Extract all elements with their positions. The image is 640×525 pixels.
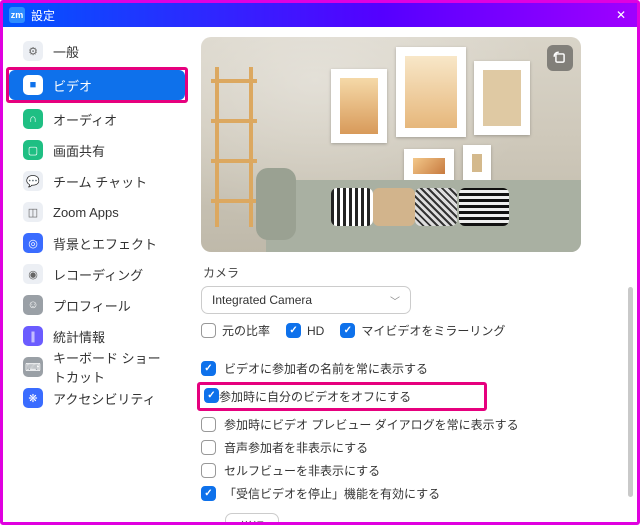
- sidebar-icon: ∥: [23, 326, 43, 346]
- checkbox[interactable]: [201, 440, 216, 455]
- option-label: セルフビューを非表示にする: [224, 462, 380, 479]
- option-row[interactable]: ビデオに参加者の名前を常に表示する: [201, 357, 619, 380]
- sidebar-icon: ⚙: [23, 41, 43, 61]
- titlebar: zm 設定 ✕: [3, 3, 637, 27]
- sidebar-item-label: アクセシビリティ: [53, 389, 156, 408]
- sidebar-icon: ⌨: [23, 357, 43, 377]
- video-preview: [201, 37, 581, 252]
- sidebar-item-label: 統計情報: [53, 327, 105, 346]
- content-pane: カメラ Integrated Camera ﹀ 元の比率 HD マイビデオをミラ…: [191, 27, 637, 522]
- sidebar-icon: ∩: [23, 109, 43, 129]
- scrollbar[interactable]: [628, 287, 633, 497]
- sidebar-icon: ◉: [23, 264, 43, 284]
- checkbox[interactable]: [201, 417, 216, 432]
- video-options: ビデオに参加者の名前を常に表示する参加時に自分のビデオをオフにする参加時にビデオ…: [201, 357, 619, 505]
- shelf-decor: [211, 67, 257, 227]
- sidebar-item-label: チーム チャット: [53, 172, 147, 191]
- sidebar-item[interactable]: ∥ 統計情報: [9, 321, 185, 351]
- mirror-checkbox[interactable]: マイビデオをミラーリング: [340, 322, 505, 339]
- sidebar-icon: ☺: [23, 295, 43, 315]
- sidebar-icon: ■: [23, 75, 43, 95]
- option-row[interactable]: 音声参加者を非表示にする: [201, 436, 619, 459]
- option-row[interactable]: 参加時に自分のビデオをオフにする: [201, 380, 619, 413]
- rotate-button[interactable]: [547, 45, 573, 71]
- sidebar-item[interactable]: 💬 チーム チャット: [9, 166, 185, 196]
- camera-label: カメラ: [203, 264, 619, 281]
- close-icon[interactable]: ✕: [611, 8, 631, 22]
- checkbox[interactable]: [201, 486, 216, 501]
- sidebar-item-label: 一般: [53, 42, 79, 61]
- window-title: 設定: [31, 7, 611, 24]
- sidebar-icon: 💬: [23, 171, 43, 191]
- checkbox[interactable]: [204, 388, 219, 403]
- checkbox[interactable]: [201, 463, 216, 478]
- sidebar-item[interactable]: ■ ビデオ: [9, 70, 185, 100]
- sidebar-icon: ▢: [23, 140, 43, 160]
- option-label: 参加時に自分のビデオをオフにする: [219, 388, 411, 405]
- ratio-checkbox[interactable]: 元の比率: [201, 322, 270, 339]
- sidebar-item-label: オーディオ: [53, 110, 117, 129]
- highlight-box: ■ ビデオ: [6, 67, 188, 103]
- option-label: 参加時にビデオ プレビュー ダイアログを常に表示する: [224, 416, 519, 433]
- option-row[interactable]: セルフビューを非表示にする: [201, 459, 619, 482]
- option-row[interactable]: 「受信ビデオを停止」機能を有効にする: [201, 482, 619, 505]
- camera-select[interactable]: Integrated Camera ﹀: [201, 286, 411, 314]
- option-label: ビデオに参加者の名前を常に表示する: [224, 360, 428, 377]
- option-label: 「受信ビデオを停止」機能を有効にする: [224, 485, 440, 502]
- sidebar-item[interactable]: ◫ Zoom Apps: [9, 197, 185, 227]
- sidebar-item[interactable]: ⌨キーボード ショートカット: [9, 352, 185, 382]
- sidebar-item[interactable]: ⚙ 一般: [9, 36, 185, 66]
- camera-selected: Integrated Camera: [212, 293, 312, 307]
- sidebar-item-label: 背景とエフェクト: [53, 234, 157, 253]
- sidebar-item[interactable]: ❋ アクセシビリティ: [9, 383, 185, 413]
- sidebar-item-label: ビデオ: [53, 76, 92, 95]
- sidebar-item[interactable]: ∩ オーディオ: [9, 104, 185, 134]
- sidebar-item[interactable]: ◎ 背景とエフェクト: [9, 228, 185, 258]
- highlight-box: 参加時に自分のビデオをオフにする: [197, 382, 487, 411]
- sidebar-item[interactable]: ▢ 画面共有: [9, 135, 185, 165]
- sidebar-item-label: レコーディング: [53, 265, 143, 284]
- sidebar-icon: ◫: [23, 202, 43, 222]
- sidebar-icon: ❋: [23, 388, 43, 408]
- option-label: 音声参加者を非表示にする: [224, 439, 368, 456]
- sidebar-item-label: Zoom Apps: [53, 205, 119, 220]
- sidebar-item-label: プロフィール: [53, 296, 131, 315]
- sidebar-item-label: 画面共有: [53, 141, 105, 160]
- sidebar: ⚙ 一般 ■ ビデオ ∩ オーディオ ▢ 画面共有 💬 チーム チャット ◫ Zoom Apps ◎ 背景…: [3, 27, 191, 522]
- hd-checkbox[interactable]: HD: [286, 323, 324, 338]
- app-icon: zm: [9, 7, 25, 23]
- option-row[interactable]: 参加時にビデオ プレビュー ダイアログを常に表示する: [201, 413, 619, 436]
- details-button[interactable]: 詳細: [225, 513, 279, 522]
- sidebar-icon: ◎: [23, 233, 43, 253]
- chevron-down-icon: ﹀: [390, 293, 400, 308]
- checkbox[interactable]: [201, 361, 216, 376]
- sidebar-item[interactable]: ☺ プロフィール: [9, 290, 185, 320]
- sidebar-item[interactable]: ◉ レコーディング: [9, 259, 185, 289]
- sidebar-item-label: キーボード ショートカット: [53, 348, 171, 386]
